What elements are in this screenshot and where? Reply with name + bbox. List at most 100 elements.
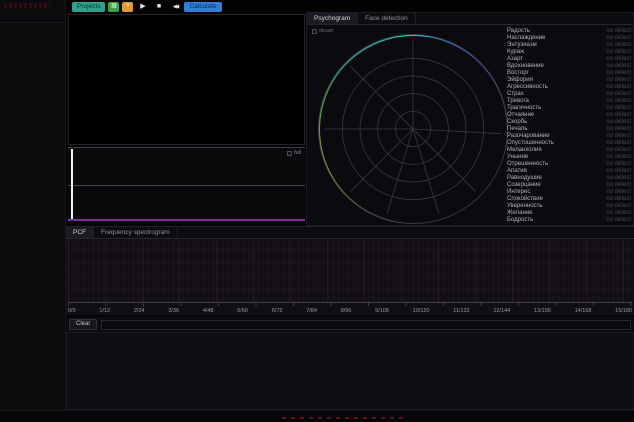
emotion-value: no detect xyxy=(606,175,631,182)
emotion-label: Печаль xyxy=(507,126,528,133)
emotion-value: no detect xyxy=(606,126,631,133)
emotion-row: Агрессивность no detect xyxy=(507,84,631,91)
axis-tick-label: 12/144 xyxy=(493,307,510,315)
emotion-value: no detect xyxy=(606,105,631,112)
emotion-label: Созерцание xyxy=(507,182,541,189)
emotion-label: Трагичность xyxy=(507,105,541,112)
emotion-value: no detect xyxy=(606,210,631,217)
highlight-tool-button[interactable]: ✦ xyxy=(122,2,133,12)
emotion-row: Азарт no detect xyxy=(507,56,631,63)
axis-tick-label: 2/24 xyxy=(134,307,145,315)
app-title-remnant xyxy=(4,3,50,8)
emotion-row: Наслаждение no detect xyxy=(507,35,631,42)
video-preview xyxy=(68,14,305,145)
emotion-row: Созерцание no detect xyxy=(507,182,631,189)
emotion-value: no detect xyxy=(606,119,631,126)
axis-tick-label: 10/120 xyxy=(413,307,430,315)
progress-track[interactable] xyxy=(101,320,631,330)
decart-checkbox[interactable] xyxy=(312,29,317,34)
emotion-row: Уверенность no detect xyxy=(507,203,631,210)
analysis-tabbar: Psychogram Face detection xyxy=(307,13,633,25)
tab-psychogram[interactable]: Psychogram xyxy=(307,13,358,24)
emotion-label: Интерес xyxy=(507,189,530,196)
emotion-label: Скорбь xyxy=(507,119,527,126)
emotion-row: Меланхолия no detect xyxy=(507,147,631,154)
emotion-row: Интерес no detect xyxy=(507,189,631,196)
sidebar xyxy=(0,0,66,410)
emotion-row: Спокойствие no detect xyxy=(507,196,631,203)
emotion-row: Страх no detect xyxy=(507,91,631,98)
emotion-label: Спокойствие xyxy=(507,196,543,203)
emotion-value: no detect xyxy=(606,28,631,35)
psychogram-grid-svg xyxy=(318,34,508,224)
emotion-label: Разочарование xyxy=(507,133,550,140)
emotion-label: Радость xyxy=(507,28,530,35)
stop-icon: ■ xyxy=(157,3,161,10)
emotion-list: Радость no detect Наслаждение no detect … xyxy=(507,28,631,224)
panel-grid-button[interactable]: ▦ xyxy=(108,2,119,12)
emotion-label: Желание xyxy=(507,210,532,217)
emotion-label: Апатия xyxy=(507,168,527,175)
axis-tick-label: 7/84 xyxy=(306,307,317,315)
emotion-value: no detect xyxy=(606,84,631,91)
app-window: Projects ▦ ✦ ▶ ■ ◀◀ Calculate full Psych… xyxy=(0,0,634,422)
star-icon: ✦ xyxy=(125,3,130,9)
stop-button[interactable]: ■ xyxy=(152,2,165,12)
axis-tick-label: 13/156 xyxy=(534,307,551,315)
emotion-label: Вдохновение xyxy=(507,63,544,70)
spectrogram-panel: PCF Frequency spectrogram 0/0 1/12 2/24 … xyxy=(66,226,634,315)
calculate-button[interactable]: Calculate xyxy=(184,2,221,12)
axis-tick-label: 3/36 xyxy=(168,307,179,315)
tab-face-detection[interactable]: Face detection xyxy=(358,13,416,24)
emotion-label: Уныние xyxy=(507,154,528,161)
status-strip-marks xyxy=(282,417,404,419)
clear-button[interactable]: Clear xyxy=(69,319,97,330)
emotion-value: no detect xyxy=(606,35,631,42)
emotion-label: Энтузиазм xyxy=(507,42,537,49)
emotion-label: Восторг xyxy=(507,70,529,77)
emotion-value: no detect xyxy=(606,154,631,161)
emotion-value: no detect xyxy=(606,168,631,175)
play-button[interactable]: ▶ xyxy=(136,2,149,12)
emotion-row: Энтузиазм no detect xyxy=(507,42,631,49)
emotion-label: Агрессивность xyxy=(507,84,548,91)
tab-pcf[interactable]: PCF xyxy=(66,227,94,238)
playhead-cursor[interactable] xyxy=(71,149,73,221)
emotion-label: Опустошенность xyxy=(507,140,554,147)
axis-tick-label: 15/180 xyxy=(615,307,632,315)
emotion-row: Опустошенность no detect xyxy=(507,140,631,147)
emotion-label: Страх xyxy=(507,91,524,98)
grid-icon: ▦ xyxy=(111,3,117,9)
rewind-button[interactable]: ◀◀ xyxy=(168,2,181,12)
full-checkbox[interactable] xyxy=(287,151,292,156)
emotion-row: Трагичность no detect xyxy=(507,105,631,112)
axis-tick-label: 8/96 xyxy=(341,307,352,315)
psychogram-polar-chart xyxy=(318,34,508,224)
axis-tick-label: 14/168 xyxy=(575,307,592,315)
axis-labels: 0/0 1/12 2/24 3/36 4/48 5/60 6/72 7/84 8… xyxy=(68,307,632,315)
emotion-row: Отчаяние no detect xyxy=(507,112,631,119)
axis-tick-label: 5/60 xyxy=(237,307,248,315)
rewind-icon: ◀◀ xyxy=(173,4,177,10)
axis-tick-label: 9/108 xyxy=(375,307,389,315)
emotion-row: Бодрость no detect xyxy=(507,217,631,224)
axis-tick-label: 4/48 xyxy=(203,307,214,315)
emotion-row: Желание no detect xyxy=(507,210,631,217)
emotion-row: Восторг no detect xyxy=(507,70,631,77)
emotion-row: Равнодушие no detect xyxy=(507,175,631,182)
emotion-value: no detect xyxy=(606,189,631,196)
sidebar-header xyxy=(0,0,65,23)
emotion-value: no detect xyxy=(606,49,631,56)
tab-frequency-spectrogram[interactable]: Frequency spectrogram xyxy=(94,227,178,238)
emotion-label: Отрешенность xyxy=(507,161,548,168)
waveform-panel[interactable]: full xyxy=(68,147,305,222)
emotion-row: Вдохновение no detect xyxy=(507,63,631,70)
results-panel xyxy=(66,332,634,410)
emotion-row: Разочарование no detect xyxy=(507,133,631,140)
clear-bar: Clear xyxy=(66,317,634,332)
spectrogram-tabbar: PCF Frequency spectrogram xyxy=(66,227,634,239)
projects-button[interactable]: Projects xyxy=(72,2,105,12)
emotion-label: Азарт xyxy=(507,56,523,63)
axis-tick-label: 6/72 xyxy=(272,307,283,315)
emotion-value: no detect xyxy=(606,77,631,84)
